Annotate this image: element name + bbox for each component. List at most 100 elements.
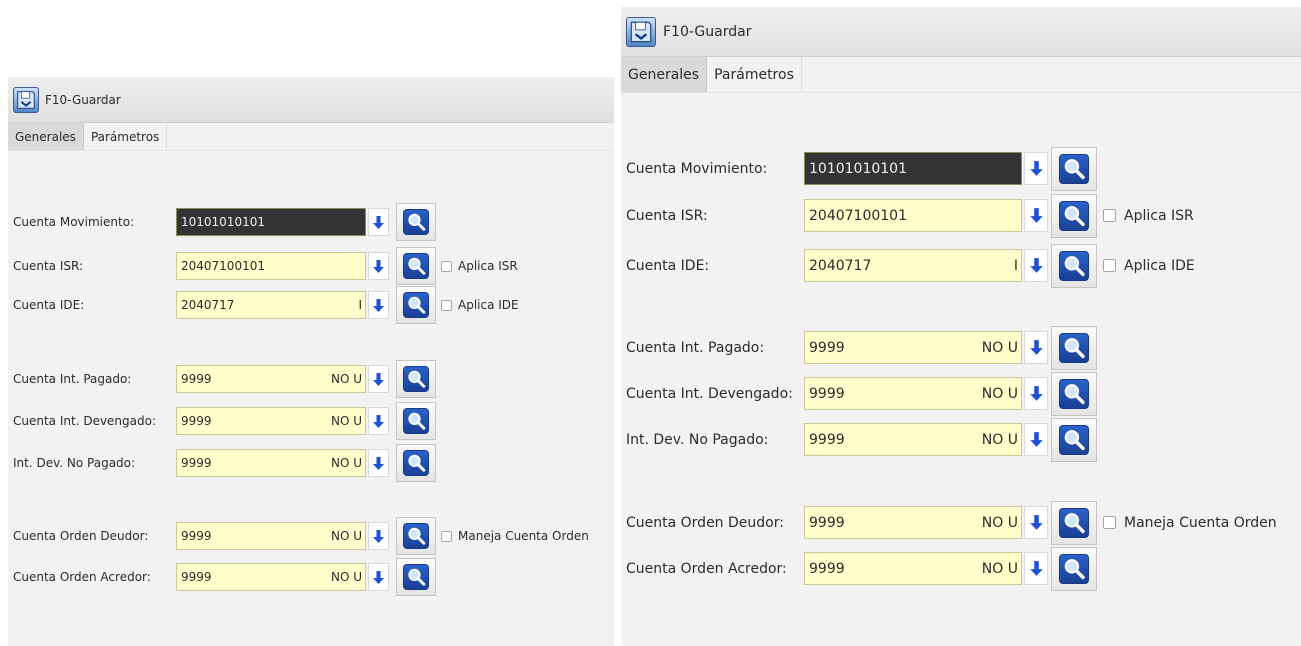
- magnifier-icon: [1058, 379, 1090, 409]
- checkbox-box[interactable]: [441, 299, 452, 311]
- field-label: Cuenta ISR:: [626, 207, 708, 224]
- search-button[interactable]: [1051, 194, 1097, 238]
- field-value: 9999: [181, 570, 212, 584]
- search-button[interactable]: [396, 558, 436, 596]
- cuenta-isr-input[interactable]: 20407100101: [804, 199, 1022, 232]
- aplica-isr-checkbox[interactable]: Aplica ISR: [441, 252, 518, 280]
- checkbox-box[interactable]: [1103, 516, 1116, 529]
- field-label: Cuenta IDE:: [13, 298, 85, 312]
- field-label: Cuenta Int. Devengado:: [13, 414, 157, 428]
- int-dev-no-pagado-input[interactable]: 9999 NO U: [176, 449, 366, 477]
- magnifier-icon: [402, 253, 430, 279]
- search-button[interactable]: [396, 517, 436, 555]
- search-button[interactable]: [396, 444, 436, 482]
- cuenta-int-devengado-input[interactable]: 9999 NO U: [176, 407, 366, 435]
- search-button[interactable]: [396, 247, 436, 285]
- row-cuenta-orden-acredor: Cuenta Orden Acredor: 9999 NO U: [13, 558, 436, 596]
- aplica-isr-checkbox[interactable]: Aplica ISR: [1103, 199, 1194, 232]
- checkbox-label: Aplica IDE: [458, 298, 519, 312]
- search-button[interactable]: [1051, 547, 1097, 591]
- field-value: 20407100101: [181, 259, 265, 273]
- field-suffix: NO U: [981, 385, 1018, 402]
- cuenta-int-pagado-input[interactable]: 9999 NO U: [176, 365, 366, 393]
- cuenta-int-pagado-input[interactable]: 9999 NO U: [804, 331, 1022, 364]
- arrow-down-icon[interactable]: [368, 291, 389, 319]
- cuenta-orden-acredor-input[interactable]: 9999 NO U: [176, 563, 366, 591]
- field-label: Cuenta Int. Devengado:: [626, 385, 793, 402]
- search-button[interactable]: [1051, 501, 1097, 545]
- aplica-ide-checkbox[interactable]: Aplica IDE: [1103, 249, 1195, 282]
- field-value: 9999: [809, 339, 845, 356]
- field-suffix: NO U: [330, 529, 362, 543]
- row-cuenta-isr: Cuenta ISR: 20407100101: [13, 247, 436, 285]
- arrow-down-icon[interactable]: [368, 365, 389, 393]
- field-suffix: NO U: [330, 414, 362, 428]
- magnifier-icon: [402, 408, 430, 434]
- field-label: Cuenta Movimiento:: [13, 215, 135, 229]
- cuenta-orden-deudor-input[interactable]: 9999 NO U: [804, 506, 1022, 539]
- cuenta-orden-acredor-input[interactable]: 9999 NO U: [804, 552, 1022, 585]
- cuenta-int-devengado-input[interactable]: 9999 NO U: [804, 377, 1022, 410]
- save-disk-icon[interactable]: [626, 16, 656, 47]
- search-button[interactable]: [1051, 244, 1097, 288]
- arrow-down-icon[interactable]: [368, 208, 389, 236]
- search-button[interactable]: [1051, 147, 1097, 191]
- row-cuenta-movimiento: Cuenta Movimiento: 10101010101: [13, 203, 436, 241]
- arrow-down-icon[interactable]: [1024, 377, 1048, 410]
- arrow-down-icon[interactable]: [1024, 506, 1048, 539]
- search-button[interactable]: [1051, 418, 1097, 462]
- cuenta-orden-deudor-input[interactable]: 9999 NO U: [176, 522, 366, 550]
- arrow-down-icon[interactable]: [368, 407, 389, 435]
- arrow-down-icon[interactable]: [1024, 249, 1048, 282]
- cuenta-ide-input[interactable]: 2040717 I: [176, 291, 366, 319]
- save-disk-icon[interactable]: [13, 86, 39, 113]
- arrow-down-icon[interactable]: [1024, 199, 1048, 232]
- arrow-down-icon[interactable]: [1024, 423, 1048, 456]
- field-value: 9999: [809, 514, 845, 531]
- search-button[interactable]: [1051, 326, 1097, 370]
- tab-bar: Generales Parámetros: [621, 57, 1301, 93]
- field-value: 2040717: [181, 298, 235, 312]
- arrow-down-icon[interactable]: [368, 522, 389, 550]
- tab-generales[interactable]: Generales: [8, 123, 84, 150]
- magnifier-icon: [402, 292, 430, 318]
- field-value: 2040717: [809, 257, 872, 274]
- cuenta-isr-input[interactable]: 20407100101: [176, 252, 366, 280]
- checkbox-box[interactable]: [441, 260, 452, 272]
- cuenta-movimiento-input[interactable]: 10101010101: [176, 208, 366, 236]
- search-button[interactable]: [396, 286, 436, 324]
- row-int-dev-no-pagado: Int. Dev. No Pagado: 9999 NO U: [13, 444, 436, 482]
- field-label: Cuenta Int. Pagado:: [13, 372, 132, 386]
- checkbox-box[interactable]: [1103, 209, 1116, 222]
- save-button-label[interactable]: F10-Guardar: [663, 24, 751, 40]
- checkbox-box[interactable]: [441, 530, 452, 542]
- tab-parametros[interactable]: Parámetros: [83, 123, 168, 150]
- checkbox-box[interactable]: [1103, 259, 1116, 272]
- arrow-down-icon[interactable]: [1024, 552, 1048, 585]
- aplica-ide-checkbox[interactable]: Aplica IDE: [441, 291, 519, 319]
- search-button[interactable]: [1051, 372, 1097, 416]
- tab-generales[interactable]: Generales: [621, 57, 708, 92]
- tab-parametros[interactable]: Parámetros: [707, 57, 802, 92]
- cuenta-movimiento-input[interactable]: 10101010101: [804, 152, 1022, 185]
- save-button-label[interactable]: F10-Guardar: [45, 93, 121, 107]
- field-label: Cuenta ISR:: [13, 259, 84, 273]
- search-button[interactable]: [396, 402, 436, 440]
- magnifier-icon: [402, 209, 430, 235]
- arrow-down-icon[interactable]: [1024, 152, 1048, 185]
- arrow-down-icon[interactable]: [1024, 331, 1048, 364]
- maneja-cuenta-orden-checkbox[interactable]: Maneja Cuenta Orden: [1103, 506, 1277, 539]
- maneja-cuenta-orden-checkbox[interactable]: Maneja Cuenta Orden: [441, 522, 589, 550]
- arrow-down-icon[interactable]: [368, 563, 389, 591]
- field-suffix: I: [1013, 257, 1018, 274]
- arrow-down-icon[interactable]: [368, 449, 389, 477]
- row-cuenta-ide: Cuenta IDE: 2040717 I: [13, 286, 436, 324]
- field-value: 10101010101: [809, 160, 907, 177]
- field-suffix: NO U: [330, 372, 362, 386]
- search-button[interactable]: [396, 360, 436, 398]
- arrow-down-icon[interactable]: [368, 252, 389, 280]
- cuenta-ide-input[interactable]: 2040717 I: [804, 249, 1022, 282]
- search-button[interactable]: [396, 203, 436, 241]
- field-label: Cuenta Orden Deudor:: [626, 514, 784, 531]
- int-dev-no-pagado-input[interactable]: 9999 NO U: [804, 423, 1022, 456]
